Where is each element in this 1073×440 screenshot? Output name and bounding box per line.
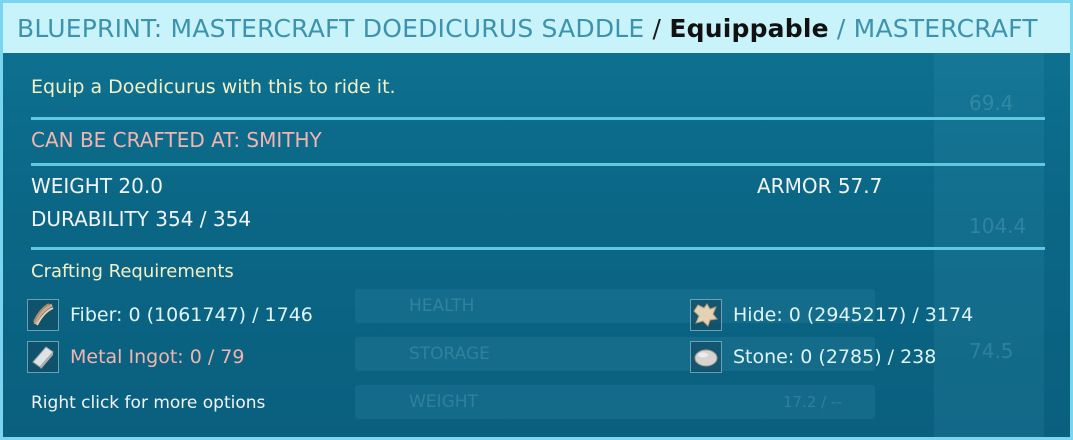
requirement-hide: Hide: 0 (2945217) / 3174 [690, 299, 973, 331]
item-name: BLUEPRINT: MASTERCRAFT DOEDICURUS SADDLE [17, 13, 645, 43]
stone-icon [690, 341, 722, 373]
divider [31, 117, 1045, 120]
background-stat-label: STORAGE [409, 344, 490, 364]
background-value: 104.4 [969, 214, 1027, 238]
requirement-text: Stone: 0 (2785) / 238 [733, 346, 937, 368]
requirement-text: Hide: 0 (2945217) / 3174 [733, 304, 974, 326]
requirement-metal-ingot: Metal Ingot: 0 / 79 [27, 341, 244, 373]
crafting-station: CAN BE CRAFTED AT: SMITHY [31, 128, 322, 152]
tooltip-title-bar: BLUEPRINT: MASTERCRAFT DOEDICURUS SADDLE… [3, 3, 1070, 53]
crafting-requirements-title: Crafting Requirements [31, 261, 234, 282]
durability-stat: DURABILITY 354 / 354 [31, 207, 252, 231]
title-separator: / [644, 13, 670, 43]
fiber-icon [27, 299, 59, 331]
title-separator: / [828, 13, 854, 43]
item-quality: MASTERCRAFT [853, 13, 1038, 43]
requirement-fiber: Fiber: 0 (1061747) / 1746 [27, 299, 313, 331]
divider [31, 247, 1045, 250]
hide-icon [690, 299, 722, 331]
item-type: Equippable [669, 13, 829, 43]
weight-stat: WEIGHT 20.0 [31, 174, 163, 198]
divider [31, 163, 1045, 166]
armor-stat: ARMOR 57.7 [757, 174, 883, 198]
item-description: Equip a Doedicurus with this to ride it. [31, 76, 396, 98]
requirement-text: Metal Ingot: 0 / 79 [70, 346, 245, 368]
requirement-text: Fiber: 0 (1061747) / 1746 [70, 304, 313, 326]
options-hint: Right click for more options [31, 393, 266, 413]
background-stat-label: HEALTH [409, 296, 475, 316]
background-value: 69.4 [969, 91, 1014, 115]
background-stat-label: WEIGHT [409, 392, 478, 412]
background-value: 17.2 / -- [783, 393, 842, 411]
background-value: 74.5 [969, 339, 1014, 363]
item-tooltip: HEALTH STORAGE WEIGHT 69.4 104.4 74.5 17… [0, 0, 1073, 440]
requirement-stone: Stone: 0 (2785) / 238 [690, 341, 936, 373]
metal-ingot-icon [27, 341, 59, 373]
